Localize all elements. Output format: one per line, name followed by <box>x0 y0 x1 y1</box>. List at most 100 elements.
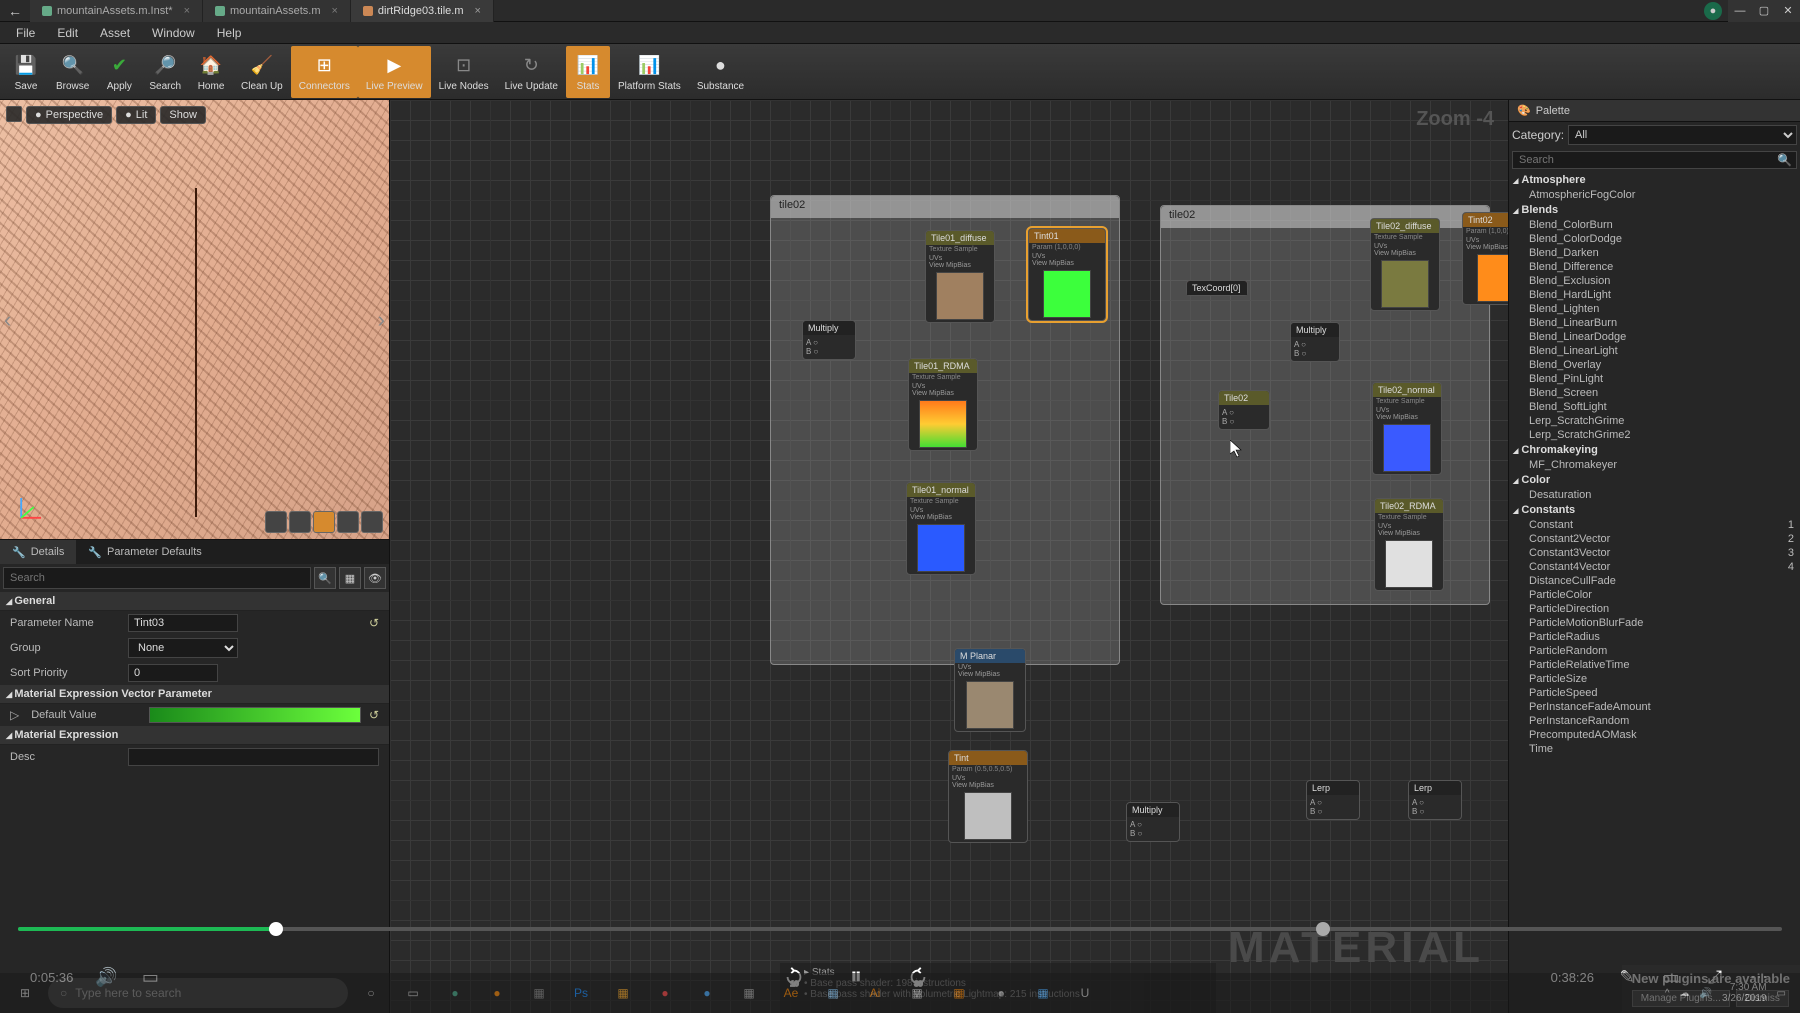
reset-icon[interactable]: ↺ <box>369 616 379 630</box>
prop-group-select[interactable]: None <box>128 638 238 658</box>
app-icon[interactable]: Ai <box>856 978 894 1008</box>
toolbar-liveupdate-button[interactable]: ↻Live Update <box>497 46 566 98</box>
menu-help[interactable]: Help <box>207 24 252 42</box>
palette-group-color[interactable]: Color <box>1509 472 1800 488</box>
palette-item[interactable]: Blend_HardLight <box>1509 288 1800 302</box>
viewport-prev[interactable]: ‹ <box>0 307 15 333</box>
palette-category-select[interactable]: All <box>1568 125 1797 145</box>
palette-item[interactable]: Blend_ColorBurn <box>1509 218 1800 232</box>
toolbar-home-button[interactable]: 🏠Home <box>189 46 233 98</box>
palette-item[interactable]: Blend_Overlay <box>1509 358 1800 372</box>
palette-item[interactable]: Blend_LinearLight <box>1509 344 1800 358</box>
node-tint03[interactable]: TintParam (0.5,0.5,0.5)UVsView MipBias <box>948 750 1028 843</box>
viewport-show[interactable]: Show <box>160 106 206 124</box>
palette-item[interactable]: AtmosphericFogColor <box>1509 188 1800 202</box>
details-grid-icon[interactable]: ▦ <box>339 567 361 589</box>
tab-palette[interactable]: 🎨 Palette <box>1509 100 1800 122</box>
palette-item[interactable]: ParticleMotionBlurFade <box>1509 616 1800 630</box>
app-icon[interactable]: ▦ <box>814 978 852 1008</box>
app-icon[interactable]: Ae <box>772 978 810 1008</box>
title-tab[interactable]: mountainAssets.m× <box>203 0 351 22</box>
palette-item[interactable]: ParticleSize <box>1509 672 1800 686</box>
vp-tool-4[interactable] <box>337 511 359 533</box>
toolbar-browse-button[interactable]: 🔍Browse <box>48 46 97 98</box>
node-tile02_tex[interactable]: Tile02A ○B ○ <box>1218 390 1270 430</box>
node-multiply1[interactable]: MultiplyA ○B ○ <box>802 320 856 360</box>
prop-default-value-color[interactable] <box>149 707 361 723</box>
app-icon[interactable]: ▦ <box>940 978 978 1008</box>
app-icon[interactable]: U <box>1066 978 1104 1008</box>
palette-item[interactable]: DistanceCullFade <box>1509 574 1800 588</box>
menu-asset[interactable]: Asset <box>90 24 140 42</box>
palette-item[interactable]: Lerp_ScratchGrime2 <box>1509 428 1800 442</box>
palette-item[interactable]: ParticleRandom <box>1509 644 1800 658</box>
app-icon[interactable]: ▦ <box>604 978 642 1008</box>
category-general[interactable]: General <box>0 592 389 611</box>
toolbar-stats-button[interactable]: 📊Stats <box>566 46 610 98</box>
reset-icon[interactable]: ↺ <box>369 708 379 722</box>
windows-taskbar[interactable]: ⊞ ○ Type here to search ○ ▭ ● ● ▦ Ps ▦ ●… <box>0 973 1800 1013</box>
window-maximize[interactable]: ▢ <box>1752 0 1776 22</box>
palette-item[interactable]: Blend_Screen <box>1509 386 1800 400</box>
menu-edit[interactable]: Edit <box>47 24 88 42</box>
app-icon[interactable]: ▦ <box>898 978 936 1008</box>
palette-item[interactable]: Blend_LinearDodge <box>1509 330 1800 344</box>
palette-item[interactable]: Constant3Vector3 <box>1509 546 1800 560</box>
palette-item[interactable]: PrecomputedAOMask <box>1509 728 1800 742</box>
viewport-lit[interactable]: ● Lit <box>116 106 156 124</box>
palette-item[interactable]: Blend_Difference <box>1509 260 1800 274</box>
app-icon[interactable]: ● <box>478 978 516 1008</box>
vp-tool-3[interactable] <box>313 511 335 533</box>
viewport-next[interactable]: › <box>374 307 389 333</box>
toolbar-save-button[interactable]: 💾Save <box>4 46 48 98</box>
prop-parameter-name-input[interactable] <box>128 614 238 632</box>
node-tile01_roma[interactable]: Tile01_RDMATexture SampleUVsView MipBias <box>908 358 978 451</box>
node-multiply4[interactable]: MultiplyA ○B ○ <box>1126 802 1180 842</box>
toolbar-apply-button[interactable]: ✔Apply <box>97 46 141 98</box>
tray-icon[interactable]: 🔊 <box>1700 988 1712 999</box>
app-icon[interactable]: ● <box>982 978 1020 1008</box>
tab-parameter-defaults[interactable]: 🔧 Parameter Defaults <box>76 540 213 564</box>
menu-file[interactable]: File <box>6 24 45 42</box>
search-icon[interactable]: 🔍 <box>314 567 336 589</box>
material-graph[interactable]: Zoom -4 MATERIAL tile02tile02MultiplyA ○… <box>390 100 1508 1013</box>
taskview-icon[interactable]: ▭ <box>394 978 432 1008</box>
menu-window[interactable]: Window <box>142 24 205 42</box>
toolbar-connectors-button[interactable]: ⊞Connectors <box>291 46 358 98</box>
palette-item[interactable]: Constant4Vector4 <box>1509 560 1800 574</box>
viewport-perspective[interactable]: ● Perspective <box>26 106 112 124</box>
window-notify-icon[interactable]: ● <box>1704 2 1722 20</box>
category-mevp[interactable]: Material Expression Vector Parameter <box>0 685 389 704</box>
app-icon[interactable]: ● <box>646 978 684 1008</box>
node-tile01_normal[interactable]: Tile01_normalTexture SampleUVsView MipBi… <box>906 482 976 575</box>
toolbar-substance-button[interactable]: ●Substance <box>689 46 752 98</box>
start-button[interactable]: ⊞ <box>6 978 44 1008</box>
palette-item[interactable]: Blend_LinearBurn <box>1509 316 1800 330</box>
cortana-icon[interactable]: ○ <box>352 978 390 1008</box>
palette-item[interactable]: Constant1 <box>1509 518 1800 532</box>
app-icon[interactable]: ▦ <box>730 978 768 1008</box>
palette-item[interactable]: ParticleSpeed <box>1509 686 1800 700</box>
palette-item[interactable]: ParticleRelativeTime <box>1509 658 1800 672</box>
node-tile02_normal[interactable]: Tile02_normalTexture SampleUVsView MipBi… <box>1372 382 1442 475</box>
app-icon[interactable]: ● <box>436 978 474 1008</box>
palette-item[interactable]: Time <box>1509 742 1800 756</box>
palette-group-constants[interactable]: Constants <box>1509 502 1800 518</box>
app-icon[interactable]: ▦ <box>520 978 558 1008</box>
app-icon[interactable]: ● <box>688 978 726 1008</box>
tray-icon[interactable]: ☁ <box>1680 988 1690 999</box>
title-tab[interactable]: dirtRidge03.tile.m× <box>351 0 494 22</box>
palette-item[interactable]: PerInstanceRandom <box>1509 714 1800 728</box>
details-search-input[interactable] <box>3 567 311 589</box>
viewport-options-dropdown[interactable] <box>6 106 22 122</box>
preview-viewport[interactable]: ● Perspective ● Lit Show ‹ › <box>0 100 389 540</box>
vp-tool-1[interactable] <box>265 511 287 533</box>
node-tile02_roma[interactable]: Tile02_RDMATexture SampleUVsView MipBias <box>1374 498 1444 591</box>
palette-item[interactable]: ParticleColor <box>1509 588 1800 602</box>
palette-item[interactable]: ParticleRadius <box>1509 630 1800 644</box>
node-tint01[interactable]: Tint01Param (1,0,0,0)UVsView MipBias <box>1028 228 1106 321</box>
palette-group-blends[interactable]: Blends <box>1509 202 1800 218</box>
tab-details[interactable]: 🔧 Details <box>0 540 76 564</box>
node-lerp2[interactable]: LerpA ○B ○ <box>1408 780 1462 820</box>
palette-group-chromakeying[interactable]: Chromakeying <box>1509 442 1800 458</box>
